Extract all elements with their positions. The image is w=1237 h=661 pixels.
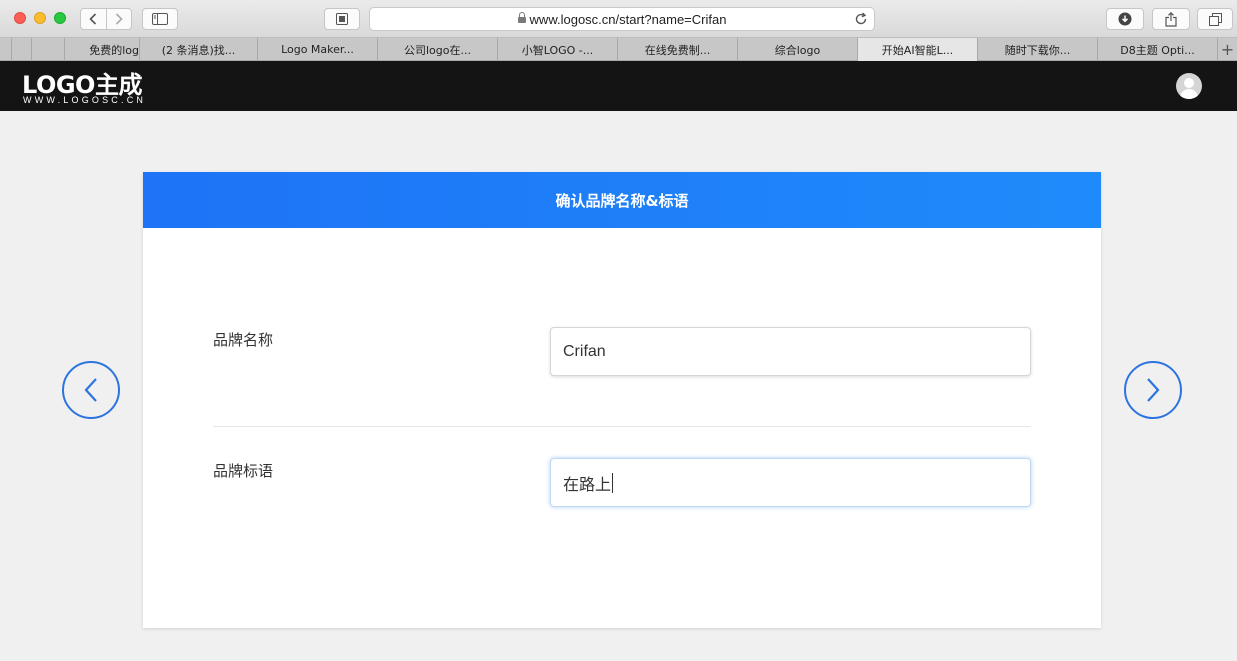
share-button[interactable] — [1152, 8, 1190, 30]
reload-icon[interactable] — [854, 12, 868, 26]
tab-item[interactable]: 随时下载你... — [978, 38, 1098, 61]
tab-overview-button[interactable] — [1197, 8, 1233, 30]
sidebar-toggle-button[interactable] — [142, 8, 178, 30]
tab-item[interactable]: (2 条消息)找... — [140, 38, 258, 61]
brand-name-input[interactable]: Crifan — [550, 327, 1031, 376]
tabs-icon — [1208, 12, 1222, 26]
tab-item[interactable]: 公司logo在... — [378, 38, 498, 61]
pinned-tab[interactable] — [12, 38, 32, 61]
browser-toolbar: www.logosc.cn/start?name=Crifan — [0, 0, 1237, 38]
minimize-window-button[interactable] — [34, 12, 46, 24]
chevron-right-icon — [1147, 378, 1160, 402]
tab-item[interactable]: 在线免费制... — [618, 38, 738, 61]
next-step-button[interactable] — [1124, 361, 1182, 419]
zoom-window-button[interactable] — [54, 12, 66, 24]
site-logo-url: WWW.LOGOSC.CN — [23, 95, 147, 105]
tab-item[interactable]: 综合logo — [738, 38, 858, 61]
share-icon — [1165, 11, 1177, 27]
chevron-left-icon — [84, 378, 97, 402]
reader-view-button[interactable] — [324, 8, 360, 30]
slogan-input[interactable]: 在路上 — [550, 458, 1031, 507]
sidebar-icon — [152, 13, 168, 25]
history-nav — [80, 8, 132, 30]
tab-item[interactable]: 小智LOGO -... — [498, 38, 618, 61]
lock-icon — [517, 12, 526, 23]
site-header: LOGO主成 WWW.LOGOSC.CN — [0, 61, 1237, 111]
reader-icon — [336, 13, 348, 25]
tab-bar: 免费的log (2 条消息)找... Logo Maker... 公司logo在… — [0, 38, 1237, 61]
text-caret — [612, 472, 614, 493]
pinned-tab[interactable] — [32, 38, 65, 61]
forward-button[interactable] — [105, 9, 132, 29]
tab-item[interactable]: 免费的log — [65, 38, 140, 61]
brand-confirm-card: 确认品牌名称&标语 品牌名称 Crifan 品牌标语 在路上 — [143, 172, 1101, 628]
tab-item-active[interactable]: 开始AI智能L... — [858, 38, 978, 61]
pinned-tab[interactable] — [0, 38, 12, 61]
back-button[interactable] — [81, 9, 106, 29]
address-bar[interactable]: www.logosc.cn/start?name=Crifan — [369, 7, 875, 31]
url-text: www.logosc.cn/start?name=Crifan — [529, 12, 727, 27]
close-window-button[interactable] — [14, 12, 26, 24]
chevron-left-icon — [89, 13, 97, 25]
slogan-label: 品牌标语 — [213, 462, 274, 480]
chevron-right-icon — [115, 13, 123, 25]
prev-step-button[interactable] — [62, 361, 120, 419]
card-title: 确认品牌名称&标语 — [143, 172, 1101, 228]
downloads-button[interactable] — [1106, 8, 1144, 30]
download-icon — [1118, 12, 1132, 26]
brand-name-label: 品牌名称 — [213, 331, 274, 349]
tab-item[interactable]: D8主题 Opti... — [1098, 38, 1218, 61]
divider — [213, 426, 1031, 427]
avatar[interactable] — [1176, 73, 1202, 99]
new-tab-button[interactable]: + — [1218, 38, 1237, 61]
tab-item[interactable]: Logo Maker... — [258, 38, 378, 61]
